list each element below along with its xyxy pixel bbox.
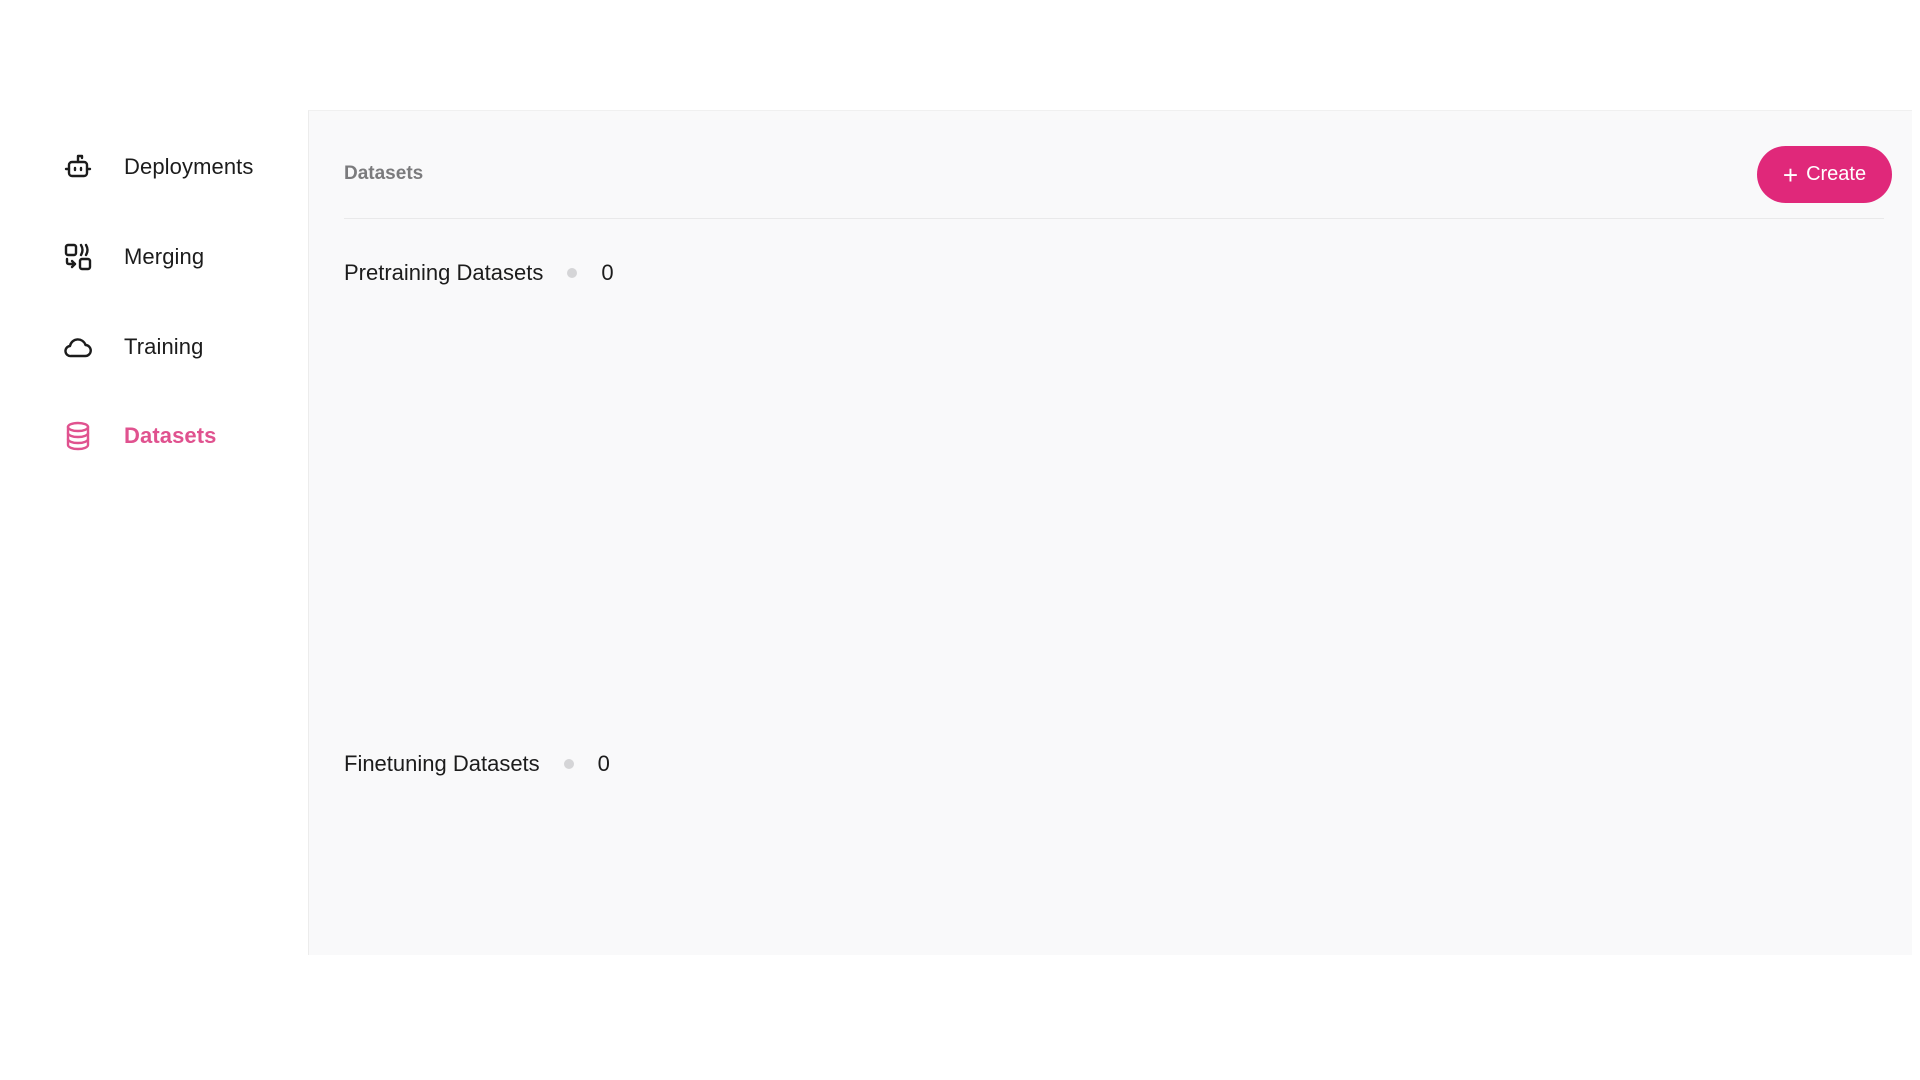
page-title: Datasets bbox=[344, 163, 424, 184]
create-button-label: Create bbox=[1806, 163, 1867, 185]
main-panel: Datasets + Create Pretraining Datasets 0… bbox=[308, 110, 1912, 955]
sidebar-item-deployments[interactable]: Deployments bbox=[62, 142, 292, 192]
sidebar-item-label: Datasets bbox=[124, 423, 217, 448]
sidebar-item-merging[interactable]: Merging bbox=[62, 232, 292, 282]
sidebar-item-training[interactable]: Training bbox=[62, 322, 292, 372]
cloud-icon bbox=[62, 331, 94, 363]
section-count: 0 bbox=[601, 260, 614, 285]
sidebar: Deployments Merging Training Datasets bbox=[0, 110, 308, 955]
page-header: Datasets + Create bbox=[344, 111, 1892, 219]
merge-icon bbox=[62, 241, 94, 273]
create-button[interactable]: + Create bbox=[1757, 146, 1892, 203]
plus-icon: + bbox=[1782, 159, 1799, 190]
finetuning-datasets-section: Finetuning Datasets 0 bbox=[344, 749, 610, 779]
section-count: 0 bbox=[597, 751, 610, 776]
sidebar-item-label: Training bbox=[124, 334, 204, 359]
sidebar-item-datasets[interactable]: Datasets bbox=[62, 411, 292, 461]
sidebar-item-label: Merging bbox=[124, 244, 205, 269]
pretraining-datasets-section: Pretraining Datasets 0 bbox=[344, 258, 614, 288]
separator-dot bbox=[563, 759, 574, 769]
separator-dot bbox=[567, 268, 578, 278]
section-title: Pretraining Datasets bbox=[344, 260, 544, 285]
sidebar-item-label: Deployments bbox=[124, 154, 254, 179]
section-title: Finetuning Datasets bbox=[344, 751, 540, 776]
bot-icon bbox=[62, 151, 94, 183]
database-icon bbox=[62, 420, 94, 452]
